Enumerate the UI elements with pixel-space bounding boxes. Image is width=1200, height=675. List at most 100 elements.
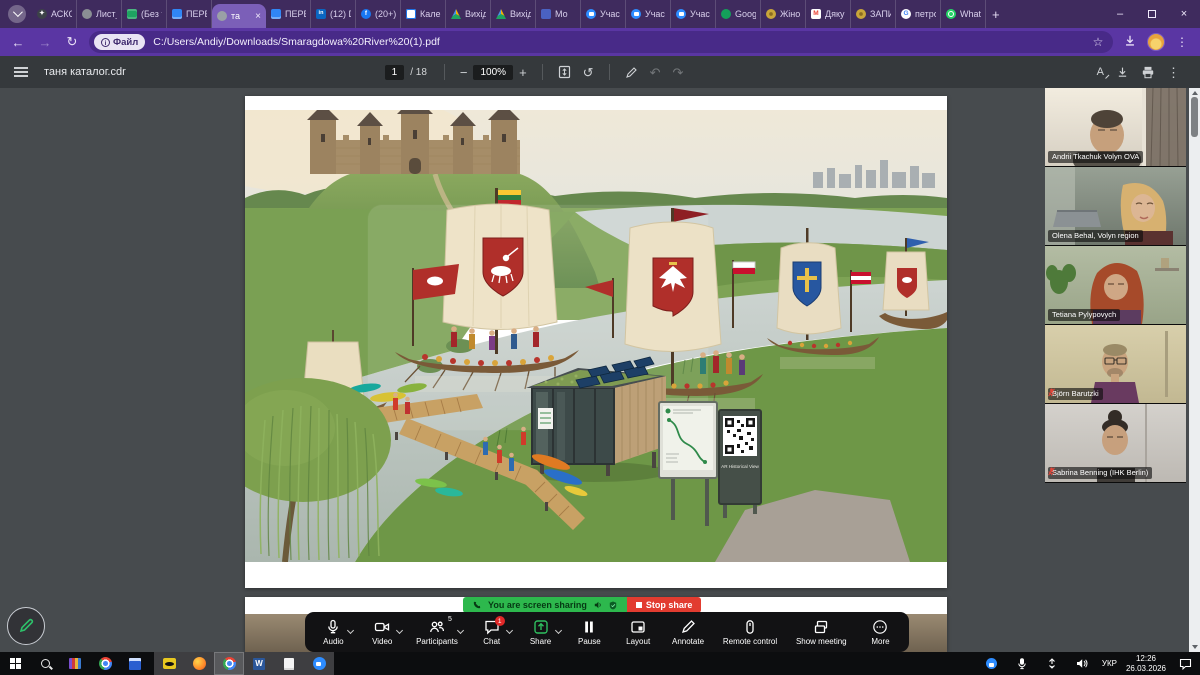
tab-search-button[interactable] (8, 5, 26, 23)
tab-asko[interactable]: ✦АСКО (32, 0, 77, 28)
taskbar-clock[interactable]: 12:26 26.03.2026 (1126, 654, 1166, 673)
file-scheme-chip[interactable]: iФайл (94, 34, 145, 50)
forward-button[interactable]: → (35, 35, 55, 50)
zoom-in-button[interactable]: + (519, 66, 527, 79)
tab-mon[interactable]: Мо (536, 0, 581, 28)
back-button[interactable]: ← (8, 35, 28, 50)
tab-zhino[interactable]: Жіно (761, 0, 806, 28)
taskbar-zoom[interactable] (304, 652, 334, 675)
remote-control-button[interactable]: Remote control (717, 615, 783, 649)
print-icon[interactable] (1141, 66, 1155, 79)
show-meeting-button[interactable]: Show meeting (790, 615, 853, 649)
profile-avatar[interactable] (1147, 33, 1165, 51)
chevron-up-icon[interactable] (347, 627, 354, 634)
tab-calendar[interactable]: Кале (401, 0, 446, 28)
tab-active-pdf[interactable]: та× (212, 4, 266, 28)
stop-share-button[interactable]: Stop share (627, 597, 702, 613)
zoom-participants-panel[interactable]: Andrii Tkachuk Volyn OVA Olena Behal, Vo… (1045, 88, 1186, 483)
rotate-icon[interactable]: ↺ (583, 66, 594, 79)
maximize-button[interactable] (1136, 0, 1168, 28)
tab-petro[interactable]: Gпетро (896, 0, 941, 28)
tab-zoom-3[interactable]: Учас (671, 0, 716, 28)
pdf-more-icon[interactable]: ⋮ (1167, 66, 1180, 79)
taskbar-search-button[interactable] (30, 652, 60, 675)
video-button[interactable]: Video (361, 615, 403, 649)
participant-tile-sabrina[interactable]: Sabrina Benning (IHK Berlin) (1045, 404, 1186, 482)
tray-zoom[interactable] (977, 652, 1007, 675)
language-indicator[interactable]: УКР (1102, 659, 1117, 668)
audio-button[interactable]: Audio (312, 615, 354, 649)
participant-tile-bjorn[interactable]: Björn Barutzki (1045, 325, 1186, 403)
zoom-out-button[interactable]: − (460, 66, 468, 79)
taskbar-save-app[interactable] (120, 652, 150, 675)
pdf-viewport[interactable]: AR Historical View (0, 88, 1200, 652)
annotation-pencil-button[interactable] (7, 607, 45, 645)
screen: ✦АСКО Лист_ (Без т ПЕРЕ та× ПЕРЕ in(12) … (0, 0, 1200, 675)
pdf-download-icon[interactable] (1116, 66, 1129, 79)
facebook-icon: f (361, 9, 371, 19)
fit-page-icon[interactable] (558, 65, 571, 79)
tab-google-app[interactable]: Goog (716, 0, 761, 28)
taskbar-chrome-active[interactable] (214, 652, 244, 675)
chevron-up-icon[interactable] (554, 627, 561, 634)
address-bar[interactable]: iФайл C:/Users/Andiy/Downloads/Smaragdow… (89, 31, 1113, 53)
taskbar-bat-app[interactable] (154, 652, 184, 675)
tab-zoom-2[interactable]: Учас (626, 0, 671, 28)
tray-mic[interactable] (1007, 652, 1037, 675)
annotate-button[interactable]: Annotate (666, 615, 710, 649)
pdf-menu-icon[interactable] (14, 67, 28, 77)
taskbar-firefox[interactable] (184, 652, 214, 675)
share-button[interactable]: Share (520, 615, 562, 649)
tab-drive-2[interactable]: Вихід (491, 0, 536, 28)
tab-whatsapp[interactable]: What (941, 0, 986, 28)
scrollbar-thumb[interactable] (1191, 97, 1198, 137)
chat-button[interactable]: 1 Chat (471, 615, 513, 649)
participants-button[interactable]: 5 Participants (410, 615, 464, 649)
tab-lyst[interactable]: Лист_ (77, 0, 122, 28)
undo-icon[interactable]: ↶ (650, 66, 661, 79)
redo-icon[interactable]: ↷ (672, 66, 683, 79)
taskbar-chrome-pinned[interactable] (90, 652, 120, 675)
chevron-up-icon[interactable] (457, 627, 464, 634)
tab-linkedin[interactable]: in(12) D (311, 0, 356, 28)
action-center-button[interactable] (1170, 652, 1200, 675)
start-button[interactable] (0, 652, 30, 675)
minimize-button[interactable]: – (1104, 0, 1136, 28)
scroll-up-arrow[interactable] (1192, 91, 1198, 95)
taskbar-winrar[interactable] (60, 652, 90, 675)
tray-cast[interactable] (1037, 652, 1067, 675)
browser-menu-icon[interactable]: ⋮ (1172, 35, 1192, 49)
tray-volume[interactable] (1067, 652, 1097, 675)
participant-tile-andrii[interactable]: Andrii Tkachuk Volyn OVA (1045, 88, 1186, 166)
downloads-icon[interactable] (1120, 34, 1140, 51)
chevron-up-icon[interactable] (396, 627, 403, 634)
tab-drive-1[interactable]: Вихід (446, 0, 491, 28)
taskbar-word[interactable]: W (244, 652, 274, 675)
taskbar-notepad[interactable] (274, 652, 304, 675)
tab-docs-1[interactable]: ПЕРЕ (167, 0, 212, 28)
tab-zapy[interactable]: ЗАПИ (851, 0, 896, 28)
tab-facebook[interactable]: f(20+) (356, 0, 401, 28)
chevron-up-icon[interactable] (506, 627, 513, 634)
zoom-level-value[interactable]: 100% (473, 65, 513, 80)
pdf-page-illustration: AR Historical View (245, 110, 947, 562)
tab-zoom-1[interactable]: Учас (581, 0, 626, 28)
close-window-button[interactable]: × (1168, 0, 1200, 28)
new-tab-button[interactable]: + (992, 7, 1000, 22)
page-number-input[interactable]: 1 (385, 65, 405, 80)
pdf-scrollbar[interactable] (1189, 88, 1200, 652)
reload-button[interactable]: ↻ (62, 34, 82, 50)
pause-button[interactable]: Pause (568, 615, 610, 649)
tab-docs-2[interactable]: ПЕРЕ (266, 0, 311, 28)
bookmark-star-icon[interactable]: ☆ (1088, 35, 1108, 49)
more-button[interactable]: More (859, 615, 901, 649)
tab-sheets[interactable]: (Без т (122, 0, 167, 28)
close-tab-icon[interactable]: × (255, 11, 261, 22)
tab-gmail[interactable]: MДяку (806, 0, 851, 28)
participant-tile-tetiana[interactable]: Tetiana Pylypovych (1045, 246, 1186, 324)
layout-button[interactable]: Layout (617, 615, 659, 649)
draw-pen-icon[interactable] (625, 66, 638, 79)
text-annotate-icon[interactable]: A (1097, 66, 1104, 78)
participant-tile-olena[interactable]: Olena Behal, Volyn region (1045, 167, 1186, 245)
scroll-down-arrow[interactable] (1192, 645, 1198, 649)
